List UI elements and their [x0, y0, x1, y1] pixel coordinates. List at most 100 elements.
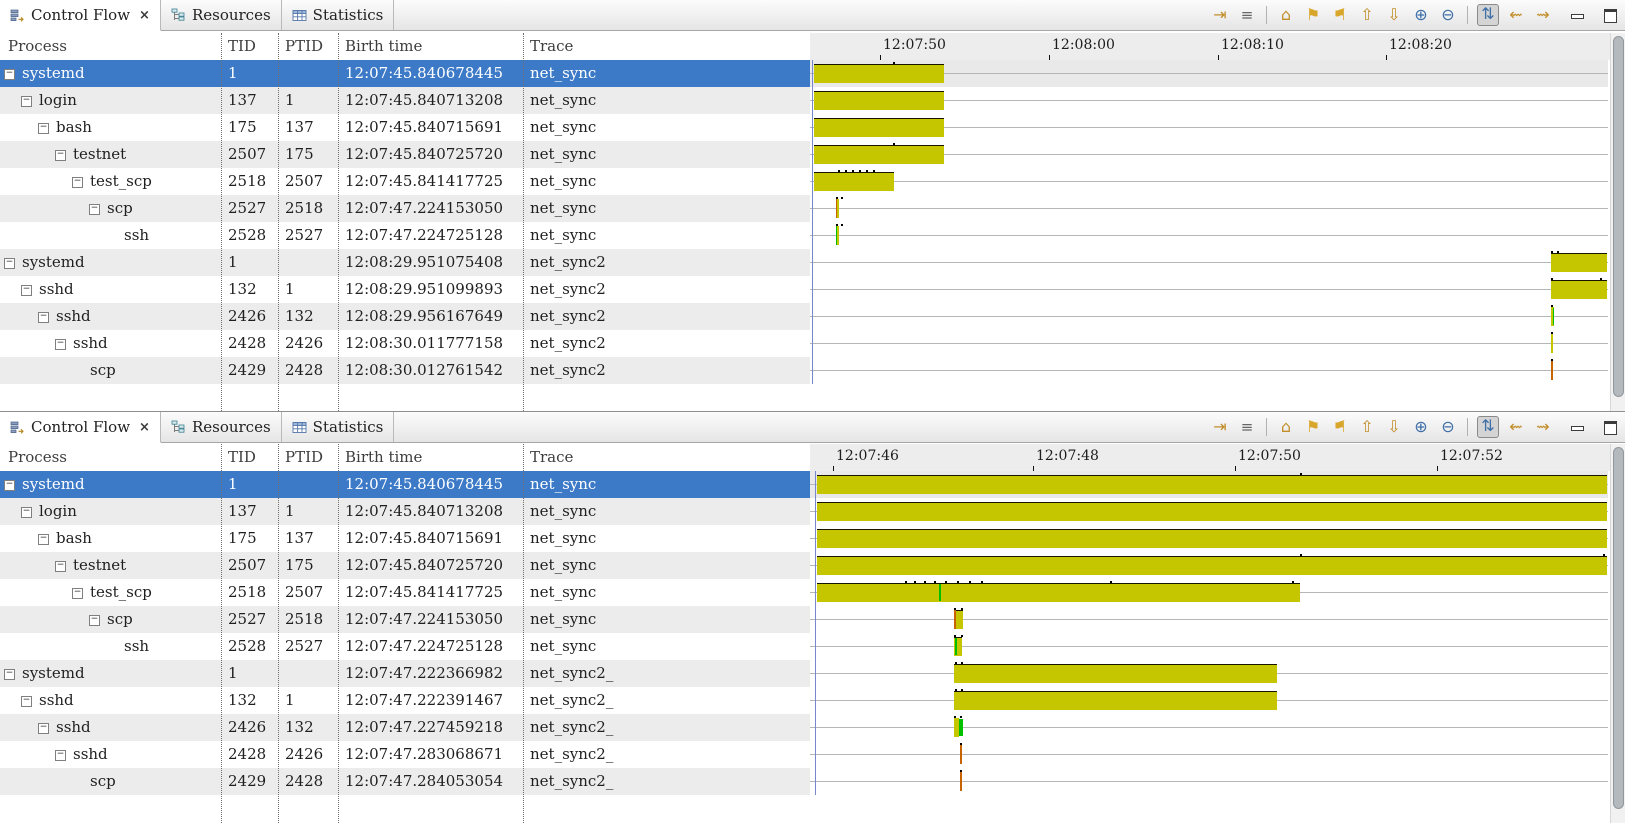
column-divider[interactable] [523, 33, 524, 411]
state-bar-olive[interactable] [814, 64, 944, 83]
state-bar-orange[interactable] [960, 772, 962, 791]
column-divider[interactable] [338, 33, 339, 411]
collapse-toggle-icon[interactable]: − [4, 258, 15, 269]
up-button[interactable]: ⇧ [1357, 5, 1377, 25]
collapse-toggle-icon[interactable]: − [21, 696, 32, 707]
state-bar-olive[interactable] [817, 556, 1607, 575]
align-views-button[interactable]: ⇥ [1210, 417, 1230, 437]
timeline-chart[interactable] [810, 60, 1610, 384]
state-bar-olive[interactable] [817, 475, 1607, 494]
table-row-sshd[interactable]: −sshd242613212:07:47.227459218net_sync2_ [0, 714, 810, 741]
column-header-birth-time[interactable]: Birth time [345, 448, 422, 466]
table-row-sshd[interactable]: −sshd132112:07:47.222391467net_sync2_ [0, 687, 810, 714]
table-row-login[interactable]: −login137112:07:45.840713208net_sync [0, 498, 810, 525]
timeline-axis[interactable]: 12:07:4612:07:4812:07:5012:07:52 [810, 444, 1610, 472]
collapse-toggle-icon[interactable]: − [55, 339, 66, 350]
tab-resources[interactable]: Resources [161, 0, 282, 30]
table-row-systemd[interactable]: −systemd112:07:47.222366982net_sync2_ [0, 660, 810, 687]
column-divider[interactable] [278, 444, 279, 823]
table-row-ssh[interactable]: ssh2528252712:07:47.224725128net_sync [0, 633, 810, 660]
state-bar-olive[interactable] [817, 529, 1607, 548]
down-button[interactable]: ⇩ [1384, 417, 1404, 437]
column-header-process[interactable]: Process [8, 37, 67, 55]
collapse-toggle-icon[interactable]: − [4, 669, 15, 680]
table-row-test_scp[interactable]: −test_scp2518250712:07:45.841417725net_s… [0, 579, 810, 606]
column-divider[interactable] [523, 444, 524, 823]
state-bar-olive[interactable] [1551, 334, 1553, 353]
zoom-out-button[interactable]: ⊖ [1438, 5, 1458, 25]
collapse-toggle-icon[interactable]: − [21, 507, 32, 518]
home-button[interactable]: ⌂ [1276, 5, 1296, 25]
column-header-birth-time[interactable]: Birth time [345, 37, 422, 55]
down-button[interactable]: ⇩ [1384, 5, 1404, 25]
column-header-process[interactable]: Process [8, 448, 67, 466]
column-divider[interactable] [221, 33, 222, 411]
state-bar-olive[interactable] [1551, 280, 1607, 299]
maximize-button[interactable] [1602, 7, 1619, 24]
collapse-toggle-icon[interactable]: − [21, 96, 32, 107]
column-header-trace[interactable]: Trace [530, 37, 573, 55]
follow-state-change-back-button[interactable]: ⇜ [1506, 5, 1526, 25]
state-bar-orange[interactable] [1551, 361, 1553, 380]
state-bar-olive[interactable] [814, 91, 944, 110]
collapse-toggle-icon[interactable]: − [72, 177, 83, 188]
column-header-trace[interactable]: Trace [530, 448, 573, 466]
collapse-toggle-icon[interactable]: − [21, 285, 32, 296]
table-row-systemd[interactable]: −systemd112:07:45.840678445net_sync [0, 471, 810, 498]
scrollbar-thumb[interactable] [1613, 36, 1624, 397]
column-divider[interactable] [278, 33, 279, 411]
tab-statistics[interactable]: Statistics [282, 0, 395, 30]
table-row-systemd[interactable]: −systemd112:08:29.951075408net_sync2 [0, 249, 810, 276]
table-row-test_scp[interactable]: −test_scp2518250712:07:45.841417725net_s… [0, 168, 810, 195]
collapse-toggle-icon[interactable]: − [4, 480, 15, 491]
timeline-axis[interactable]: 12:07:5012:08:0012:08:1012:08:20 [810, 33, 1610, 61]
collapse-toggle-icon[interactable]: − [89, 615, 100, 626]
tab-statistics[interactable]: Statistics [282, 412, 395, 442]
column-divider[interactable] [221, 444, 222, 823]
table-row-bash[interactable]: −bash17513712:07:45.840715691net_sync [0, 114, 810, 141]
zoom-in-button[interactable]: ⊕ [1411, 417, 1431, 437]
tab-resources[interactable]: Resources [161, 412, 282, 442]
follow-state-change-forward-button[interactable]: ⇝ [1533, 417, 1553, 437]
up-button[interactable]: ⇧ [1357, 417, 1377, 437]
previous-marker-button[interactable]: ⚑ [1303, 417, 1323, 437]
table-row-login[interactable]: −login137112:07:45.840713208net_sync [0, 87, 810, 114]
state-bar-orange[interactable] [960, 745, 962, 764]
state-bar-green[interactable] [955, 638, 957, 655]
collapse-toggle-icon[interactable]: − [89, 204, 100, 215]
minimize-button[interactable] [1569, 7, 1586, 24]
scrollbar-thumb[interactable] [1613, 447, 1624, 809]
tab-control-flow[interactable]: Control Flow × [0, 0, 161, 31]
table-row-scp[interactable]: scp2429242812:07:47.284053054net_sync2_ [0, 768, 810, 795]
collapse-toggle-icon[interactable]: − [55, 150, 66, 161]
show-legend-button[interactable]: ≡ [1237, 417, 1257, 437]
table-row-sshd[interactable]: −sshd2428242612:08:30.011777158net_sync2 [0, 330, 810, 357]
previous-marker-button[interactable]: ⚑ [1303, 5, 1323, 25]
table-row-scp[interactable]: −scp2527251812:07:47.224153050net_sync [0, 195, 810, 222]
column-header-tid[interactable]: TID [228, 37, 256, 55]
state-bar-olive[interactable] [956, 610, 963, 629]
collapse-toggle-icon[interactable]: − [38, 312, 49, 323]
table-row-scp[interactable]: −scp2527251812:07:47.224153050net_sync [0, 606, 810, 633]
zoom-out-button[interactable]: ⊖ [1438, 417, 1458, 437]
column-header-ptid[interactable]: PTID [285, 448, 323, 466]
state-bar-green[interactable] [1553, 308, 1554, 325]
follow-state-change-forward-button[interactable]: ⇝ [1533, 5, 1553, 25]
minimize-button[interactable] [1569, 419, 1586, 436]
state-bar-olive[interactable] [814, 118, 944, 137]
collapse-toggle-icon[interactable]: − [4, 69, 15, 80]
home-button[interactable]: ⌂ [1276, 417, 1296, 437]
state-bar-olive[interactable] [954, 691, 1277, 710]
follow-state-change-back-button[interactable]: ⇜ [1506, 417, 1526, 437]
state-bar-olive[interactable] [817, 502, 1607, 521]
next-marker-button[interactable]: ⚑ [1330, 417, 1350, 437]
table-row-testnet[interactable]: −testnet250717512:07:45.840725720net_syn… [0, 141, 810, 168]
table-row-sshd[interactable]: −sshd242613212:08:29.956167649net_sync2 [0, 303, 810, 330]
table-row-bash[interactable]: −bash17513712:07:45.840715691net_sync [0, 525, 810, 552]
state-bar-olive[interactable] [837, 199, 839, 218]
collapse-toggle-icon[interactable]: − [55, 561, 66, 572]
state-bar-green[interactable] [939, 584, 941, 601]
collapse-toggle-icon[interactable]: − [72, 588, 83, 599]
state-bar-olive[interactable] [837, 226, 839, 245]
hide-arrows-button[interactable]: ⇅ [1477, 416, 1499, 438]
